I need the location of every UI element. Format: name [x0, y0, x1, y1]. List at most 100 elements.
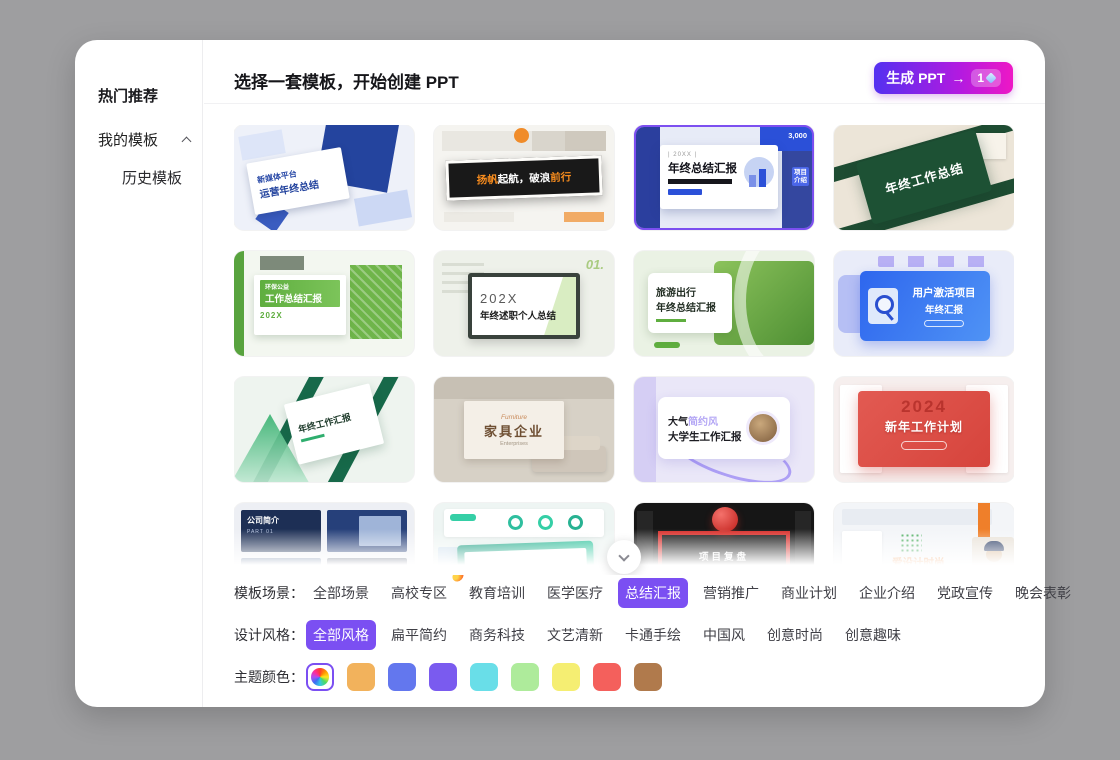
generate-ppt-button[interactable]: 生成 PPT → 1	[874, 62, 1013, 94]
magnifier-icon	[868, 288, 898, 324]
style-chip-chinese[interactable]: 中国风	[696, 620, 752, 650]
template-card-eco-welfare[interactable]: 环保公益 工作总结汇报 202X	[234, 251, 414, 356]
scene-filter-row: 模板场景： 全部场景 高校专区 教育培训 医学医疗 总结汇报 营销推广 商业计划…	[234, 578, 1025, 608]
style-chip-flat[interactable]: 扁平简约	[384, 620, 454, 650]
scene-chip-summary-selected[interactable]: 总结汇报	[618, 578, 688, 608]
decor	[654, 342, 680, 348]
scene-chip-party-gov[interactable]: 党政宣传	[930, 578, 1000, 608]
cover-year: 202X	[480, 291, 568, 306]
load-more-button[interactable]	[607, 540, 641, 574]
scene-chip-company-intro[interactable]: 企业介绍	[852, 578, 922, 608]
color-swatch-brown[interactable]	[634, 663, 662, 691]
cover-title: 年终述职个人总结	[480, 308, 568, 322]
scene-chip-all[interactable]: 全部场景	[306, 578, 376, 608]
template-card-travel[interactable]: 旅游出行 年终总结汇报	[634, 251, 814, 356]
decor	[450, 514, 476, 521]
scene-chip-business-plan[interactable]: 商业计划	[774, 578, 844, 608]
avatar-dot	[514, 128, 529, 143]
style-chips: 全部风格 扁平简约 商务科技 文艺清新 卡通手绘 中国风 创意时尚 创意趣味	[306, 620, 908, 650]
scene-chip-campus[interactable]: 高校专区	[384, 578, 454, 608]
cover-en-label: Enterprises	[500, 441, 528, 447]
page-title: 选择一套模板，开始创建 PPT	[234, 68, 459, 93]
cover-line: 大学生工作汇报	[668, 429, 742, 444]
cover-line: 年终汇报	[925, 302, 963, 316]
color-filter-label: 主题颜色：	[234, 667, 306, 687]
template-card-furniture[interactable]: Furniture 家具企业 Enterprises	[434, 377, 614, 482]
color-swatch-yellow[interactable]	[552, 663, 580, 691]
scene-chip-marketing[interactable]: 营销推广	[696, 578, 766, 608]
corner-number: 01.	[586, 257, 604, 272]
cover-line: 简约风	[688, 417, 718, 428]
style-chip-business-tech[interactable]: 商务科技	[462, 620, 532, 650]
scene-chip-education[interactable]: 教育培训	[462, 578, 532, 608]
color-swatch-red[interactable]	[593, 663, 621, 691]
sidebar-item-hot-recommend[interactable]: 热门推荐	[98, 85, 158, 105]
color-swatch-blue[interactable]	[388, 663, 416, 691]
cover-line: 年终总结汇报	[656, 299, 724, 314]
decor	[234, 251, 244, 356]
template-card-user-activation[interactable]: 用户激活项目 年终汇报	[834, 251, 1014, 356]
style-chip-creative-fun[interactable]: 创意趣味	[838, 620, 908, 650]
color-swatch-orange[interactable]	[347, 663, 375, 691]
chevron-down-icon	[618, 550, 629, 561]
cover-title: 家具企业	[484, 421, 544, 440]
template-cover: 202X 年终述职个人总结	[468, 273, 580, 339]
cover-title: 公司简介	[247, 515, 315, 526]
decor	[924, 320, 964, 327]
decor	[636, 127, 660, 228]
cover-line: 破浪	[529, 170, 551, 186]
scene-chip-gala[interactable]: 晚会表彰	[1008, 578, 1078, 608]
style-chip-cartoon[interactable]: 卡通手绘	[618, 620, 688, 650]
template-grid: 新媒体平台 运营年终总结 扬帆 起航， 破浪 前行 3,000	[234, 125, 1014, 575]
template-card-green-work-report[interactable]: 年终工作汇报	[234, 377, 414, 482]
cover-title: 工作总结汇报	[265, 291, 335, 305]
cover-line: 起航，	[498, 170, 530, 186]
color-swatch-purple[interactable]	[429, 663, 457, 691]
color-swatches	[306, 663, 662, 691]
count-label: 3,000	[788, 131, 807, 140]
template-card-green-summary[interactable]: 年终工作总结	[834, 125, 1014, 230]
generate-label: 生成 PPT	[886, 68, 945, 88]
template-card-new-media[interactable]: 新媒体平台 运营年终总结	[234, 125, 414, 230]
template-card-personal-debrief[interactable]: 01. 202X 年终述职个人总结	[434, 251, 614, 356]
color-filter-row: 主题颜色：	[234, 662, 1025, 692]
decor	[564, 212, 604, 222]
sidebar-item-my-templates[interactable]: 我的模板	[98, 129, 190, 149]
template-card-new-year-plan[interactable]: 2024 新年工作计划	[834, 377, 1014, 482]
style-chip-fresh[interactable]: 文艺清新	[540, 620, 610, 650]
donut-ring	[538, 515, 553, 530]
template-card-student-report[interactable]: 大气简约风 大学生工作汇报	[634, 377, 814, 482]
project-intro-badge: 项目介绍	[792, 167, 809, 186]
template-card-sail[interactable]: 扬帆 起航， 破浪 前行	[434, 125, 614, 230]
decor	[444, 212, 514, 222]
cover-year: 202X	[260, 311, 340, 320]
decor	[634, 377, 656, 482]
sidebar-item-label: 我的模板	[98, 129, 158, 150]
chevron-up-icon	[182, 136, 192, 146]
template-picker-panel: 热门推荐 我的模板 历史模板 选择一套模板，开始创建 PPT 生成 PPT → …	[75, 40, 1045, 707]
cover-line: 扬帆	[477, 171, 499, 187]
bookshelf-photo-circle	[746, 411, 780, 445]
cover-title: 年终工作总结	[882, 157, 965, 198]
app-background: { "window": { "background": "#9e9ea0" },…	[0, 0, 1120, 760]
cover-line: 用户激活项目	[913, 285, 976, 300]
credits-badge: 1	[971, 69, 1001, 87]
donut-ring	[568, 515, 583, 530]
header-divider	[204, 103, 1045, 104]
color-swatch-rainbow-selected[interactable]	[306, 663, 334, 691]
sidebar-item-history-templates[interactable]: 历史模板	[122, 167, 182, 187]
style-chip-all-selected[interactable]: 全部风格	[306, 620, 376, 650]
template-card-year-end-report-selected[interactable]: 3,000 | 20XX | 年终总结汇报 项目介绍	[634, 125, 814, 230]
color-wheel-icon	[311, 668, 329, 686]
scene-chip-medical[interactable]: 医学医疗	[540, 578, 610, 608]
template-cover: 旅游出行 年终总结汇报	[648, 273, 732, 333]
style-chip-creative-fashion[interactable]: 创意时尚	[760, 620, 830, 650]
cover-title: 年终工作汇报	[297, 406, 370, 436]
scene-filter-label: 模板场景：	[234, 583, 306, 603]
credits-count: 1	[977, 71, 984, 85]
decor	[434, 377, 614, 399]
color-swatch-cyan[interactable]	[470, 663, 498, 691]
template-cover: 新媒体平台 运营年终总结	[246, 147, 350, 215]
color-swatch-green[interactable]	[511, 663, 539, 691]
cover-line: 前行	[550, 169, 572, 185]
